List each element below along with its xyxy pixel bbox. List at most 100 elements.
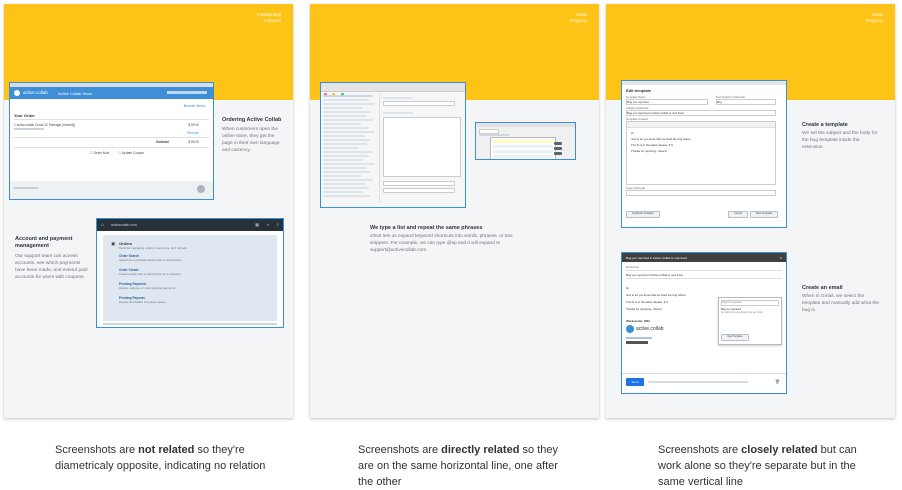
signature-logo: active.collab [636,326,664,332]
suggestion-item[interactable] [493,150,553,153]
desc-title: Ordering Active Collab [222,117,282,123]
orders-list: Order Search Search for a purchase based… [119,254,259,310]
logo-icon [14,90,20,96]
signature-link[interactable] [626,337,652,339]
search-icon[interactable]: ⌕ [267,222,269,227]
grid-icon[interactable]: ▦ [255,222,259,227]
menu-icon[interactable]: ≡ [277,222,279,227]
compose-titlebar: Bug you reported in Active Collab is now… [622,253,786,262]
content-editor[interactable]: Hi, Just to let you know that we fixed t… [626,121,776,185]
screenshot-atext-list [320,82,466,208]
logo-icon [626,325,634,333]
list-item[interactable]: Pending Payment Review, approve, or reje… [119,282,259,296]
brand-sub: Snippets [569,18,587,24]
chat-icon[interactable] [197,185,205,193]
card-not-related: FastSprings Snippets active.collab Activ… [4,4,293,418]
cancel-button[interactable]: Cancel [728,211,748,218]
name-input[interactable]: Bug you reported [626,99,708,105]
template-item[interactable]: Bug you reported Hi, just to let you kno… [721,308,779,314]
orders-sub: Tools for managing orders, customers, an… [119,246,188,250]
home-icon[interactable]: ⌂ [101,222,104,227]
social-icons[interactable] [626,341,648,344]
send-button[interactable]: Send [626,378,644,386]
desc-title: We type a list and repeat the same phras… [370,225,483,231]
suggestion-item[interactable] [493,155,553,158]
order-now-button[interactable]: ☐ Order Now [90,151,109,155]
order-price: $ 99.00 [188,123,199,127]
desc-title: Create an email [802,285,843,291]
save-button[interactable]: Save template [750,211,778,218]
new-template-button[interactable]: New Template [721,334,749,341]
app-name: active.collab [23,90,48,95]
desc-title: Create a template [802,122,848,128]
caption-directly-related: Screenshots are directly related so they… [358,444,558,488]
compose-toolbar: Send 🗑 [622,373,786,393]
subtotal-value: $ 99.00 [188,140,199,144]
tags-input[interactable] [626,190,776,196]
dialog-title: Edit template [626,88,652,93]
email-body[interactable]: Hi, Just to let you know that we fixed t… [626,285,716,313]
caption-not-related: Screenshots are not related so they're d… [55,444,266,472]
shortcut-input[interactable]: #bg [716,99,776,105]
subtotal-label: Subtotal [156,140,169,144]
suggestion-popup[interactable] [490,137,556,159]
key-badge [554,142,562,145]
brand-label: FastSprings Snippets [257,12,281,25]
order-line: 1 active.collab Cloud 12 Package (monthl… [14,123,76,127]
browse-link[interactable]: Browse Items [184,104,205,108]
admin-panel: ▣ Orders Tools for managing orders, cust… [103,235,277,321]
snippet-content[interactable] [383,117,461,177]
template-search[interactable]: Search templates [721,300,779,306]
remove-link[interactable]: Remove [187,131,199,135]
subject-field[interactable]: Bug you reported in Active Collab is now… [626,273,683,277]
card-closely-related: aText Snippets Edit template Template Na… [606,4,895,418]
brand-sub: Snippets [865,18,883,24]
brand-label: aText Snippets [865,12,883,25]
desc-body: Our support team can access accounts, se… [15,254,88,280]
store-header: active.collab Active Collab Store [10,87,213,99]
screenshot-store: active.collab Active Collab Store Browse… [9,82,214,200]
order-detail [14,128,44,130]
screenshot-admin: ⌂ activecollab.com ▦ ⌕ ≡ ▣ Orders Tools … [96,218,284,328]
list-item[interactable]: Order Create Create a paid order or paid… [119,268,259,282]
list-item[interactable]: Pending Payouts Review and finalize the … [119,296,259,310]
window-toolbar [321,83,465,96]
divider [14,119,209,120]
format-icons[interactable] [648,381,748,383]
suggestion-item[interactable] [493,140,553,143]
close-icon[interactable]: × [780,255,782,260]
compose-subject: Bug you reported in Active Collab is now… [626,255,687,260]
trash-icon[interactable]: 🗑 [775,379,780,384]
orders-icon: ▣ [111,241,116,246]
screenshot-edit-template: Edit template Template Name Bug you repo… [621,80,787,228]
divider [14,137,209,138]
store-link[interactable]: Active Collab Store [58,91,92,96]
admin-title: activecollab.com [111,223,137,227]
screenshot-gmail: Bug you reported in Active Collab is now… [621,252,787,394]
desc-body: When customers open the online store, th… [222,127,280,153]
key-badge [554,152,562,155]
footer-text [14,187,38,189]
window-bar [622,81,786,85]
brand-label: aText Snippets [569,12,587,25]
editor-line [479,134,509,136]
list-item[interactable]: Order Search Search for a purchase based… [119,254,259,268]
card-directly-related: aText Snippets We type a list and repeat… [310,4,599,418]
recipients-field[interactable]: Recipients [626,265,639,269]
duplicate-button[interactable]: Duplicate template [626,211,660,218]
divider [379,93,380,203]
admin-titlebar: ⌂ activecollab.com ▦ ⌕ ≡ [97,219,283,231]
order-title: Your Order [14,113,35,118]
suggestion-item[interactable] [493,145,553,148]
window-bar [476,123,575,127]
header-account[interactable] [167,91,207,94]
brand-sub: Snippets [263,18,281,24]
subject-input[interactable]: Bug you reported in Active Collab is now… [626,110,776,116]
caption-closely-related: Screenshots are closely related but can … [658,444,857,488]
template-popup: Search templates Bug you reported Hi, ju… [718,297,782,345]
status-bar [103,323,277,325]
divider [626,278,782,279]
desc-body: When in Gmail, we select the template an… [802,294,880,313]
desc-body: aText lets us expand keyword shortcuts i… [370,234,513,253]
update-coupon-button[interactable]: ☐ Update Coupon [118,151,144,155]
